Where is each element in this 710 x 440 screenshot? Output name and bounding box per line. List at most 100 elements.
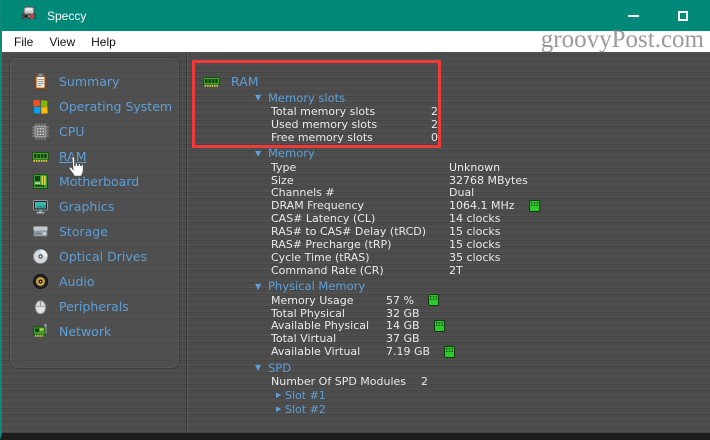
- content-panel: RAM ▼Memory slotsTotal memory slots2Used…: [189, 52, 710, 433]
- row-label: Command Rate (CR): [271, 264, 449, 277]
- row-value: 0: [431, 131, 438, 144]
- tree-item-slot-1[interactable]: ▶Slot #1: [255, 388, 706, 402]
- menu-file[interactable]: File: [6, 35, 41, 49]
- tree-item-slot-2[interactable]: ▶Slot #2: [255, 402, 706, 416]
- maximize-button[interactable]: [668, 0, 698, 31]
- sidebar-item-label: RAM: [59, 149, 87, 164]
- section-header-memory-slots[interactable]: ▼Memory slots: [255, 90, 706, 105]
- row-value: 14 GB: [386, 319, 420, 332]
- info-row: Number Of SPD Modules2: [255, 375, 706, 388]
- row-label: Number Of SPD Modules: [271, 375, 421, 388]
- menu-view[interactable]: View: [41, 35, 83, 49]
- row-value: 2: [431, 105, 438, 118]
- sidebar-item-network[interactable]: Network: [10, 319, 179, 344]
- row-label: Type: [271, 161, 449, 174]
- info-row: Size32768 MBytes: [255, 174, 706, 187]
- row-label: Size: [271, 174, 449, 187]
- row-value: 14 clocks: [449, 212, 500, 225]
- row-value: 35 clocks: [449, 251, 500, 264]
- ram-icon: [203, 73, 220, 90]
- collapse-arrow-icon: ▼: [255, 363, 268, 372]
- row-label: Memory Usage: [271, 294, 386, 307]
- operating-system-icon: [32, 98, 49, 115]
- menubar: FileViewHelp: [2, 31, 710, 52]
- sidebar-item-peripherals[interactable]: Peripherals: [10, 294, 179, 319]
- menu-help[interactable]: Help: [83, 35, 124, 49]
- collapse-arrow-icon: ▼: [255, 282, 268, 291]
- row-value: 32 GB: [386, 307, 420, 320]
- sidebar-item-graphics[interactable]: Graphics: [10, 194, 179, 219]
- row-label: Available Physical: [271, 319, 386, 332]
- sidebar-item-audio[interactable]: Audio: [10, 269, 179, 294]
- sidebar: Summary Operating System CPU RAM Motherboard…: [9, 57, 180, 369]
- sidebar-item-label: Graphics: [59, 199, 114, 214]
- section-title: Memory: [268, 146, 315, 160]
- info-row: Cycle Time (tRAS)35 clocks: [255, 251, 706, 264]
- tree-item-label: Slot #1: [285, 389, 326, 402]
- sidebar-item-label: Optical Drives: [59, 249, 147, 264]
- sidebar-item-storage[interactable]: Storage: [10, 219, 179, 244]
- sidebar-item-optical-drives[interactable]: Optical Drives: [10, 244, 179, 269]
- row-label: CAS# Latency (CL): [271, 212, 449, 225]
- minimize-button[interactable]: [618, 0, 648, 31]
- content-page-header: RAM: [203, 73, 259, 90]
- row-label: RAS# to CAS# Delay (tRCD): [271, 225, 449, 238]
- cpu-icon: [32, 123, 49, 140]
- expand-arrow-icon: ▶: [276, 405, 285, 413]
- row-label: RAS# Precharge (tRP): [271, 238, 449, 251]
- collapse-arrow-icon: ▼: [255, 93, 268, 102]
- info-row: Available Physical14 GB: [255, 319, 706, 332]
- motherboard-icon: [32, 173, 49, 190]
- speccy-app-icon: [20, 5, 38, 27]
- sidebar-item-cpu[interactable]: CPU: [10, 119, 179, 144]
- row-label: Available Virtual: [271, 345, 386, 358]
- section-header-spd[interactable]: ▼SPD: [255, 360, 706, 375]
- info-row: RAS# to CAS# Delay (tRCD)15 clocks: [255, 225, 706, 238]
- sidebar-item-motherboard[interactable]: Motherboard: [10, 169, 179, 194]
- row-label: DRAM Frequency: [271, 199, 449, 212]
- sidebar-item-summary[interactable]: Summary: [10, 69, 179, 94]
- info-row: Total memory slots2: [255, 105, 706, 118]
- row-value: Dual: [449, 186, 474, 199]
- info-row: Total Physical32 GB: [255, 307, 706, 320]
- sidebar-item-label: Storage: [59, 224, 108, 239]
- window-title: Speccy: [47, 9, 86, 23]
- sidebar-item-ram[interactable]: RAM: [10, 144, 179, 169]
- minimize-icon: [628, 15, 639, 17]
- section-header-memory[interactable]: ▼Memory: [255, 146, 706, 161]
- audio-icon: [32, 273, 49, 290]
- sidebar-item-operating-system[interactable]: Operating System: [10, 94, 179, 119]
- sidebar-item-label: CPU: [59, 124, 84, 139]
- live-indicator-icon: [434, 320, 445, 332]
- row-label: Total Physical: [271, 307, 386, 320]
- maximize-icon: [678, 11, 688, 21]
- app-body: Summary Operating System CPU RAM Motherboard…: [2, 52, 710, 433]
- row-value: 7.19 GB: [386, 345, 430, 358]
- graphics-icon: [32, 198, 49, 215]
- row-value: 1064.1 MHz: [449, 199, 515, 212]
- info-row: Command Rate (CR)2T: [255, 264, 706, 277]
- network-icon: [32, 323, 49, 340]
- row-label: Free memory slots: [271, 131, 431, 144]
- row-value: 15 clocks: [449, 238, 500, 251]
- row-label: Cycle Time (tRAS): [271, 251, 449, 264]
- page-title: RAM: [231, 74, 259, 89]
- info-row: CAS# Latency (CL)14 clocks: [255, 212, 706, 225]
- section-title: Physical Memory: [268, 279, 365, 293]
- tree-item-label: Slot #2: [285, 403, 326, 416]
- ram-icon: [32, 148, 49, 165]
- peripherals-icon: [32, 298, 49, 315]
- section-header-physical-memory[interactable]: ▼Physical Memory: [255, 279, 706, 294]
- live-indicator-icon: [529, 200, 540, 212]
- sidebar-item-label: Motherboard: [59, 174, 139, 189]
- info-row: RAS# Precharge (tRP)15 clocks: [255, 238, 706, 251]
- info-row: Free memory slots0: [255, 131, 706, 144]
- info-row: Channels #Dual: [255, 186, 706, 199]
- info-row: DRAM Frequency1064.1 MHz: [255, 199, 706, 212]
- sidebar-item-label: Peripherals: [59, 299, 129, 314]
- storage-icon: [32, 223, 49, 240]
- summary-icon: [32, 73, 49, 90]
- info-row: TypeUnknown: [255, 161, 706, 174]
- row-label: Used memory slots: [271, 118, 431, 131]
- sidebar-item-label: Operating System: [59, 99, 172, 114]
